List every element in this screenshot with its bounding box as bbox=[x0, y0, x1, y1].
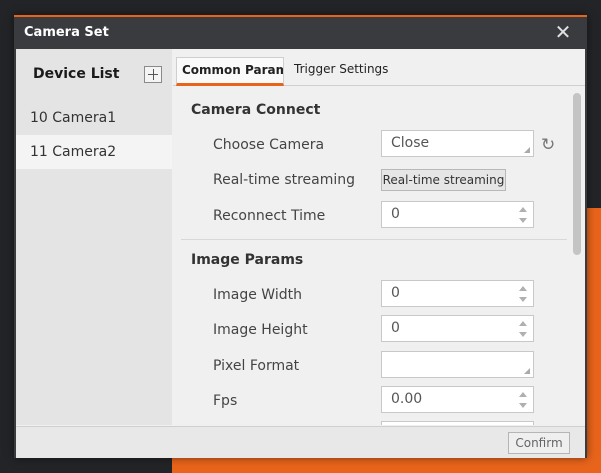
tab-common-params[interactable]: Common Params bbox=[176, 57, 284, 86]
choose-camera-value: Close bbox=[391, 135, 430, 151]
settings-panel: Common Params Trigger Settings Camera Co… bbox=[173, 49, 585, 425]
image-width-value: 0 bbox=[391, 285, 400, 301]
choose-camera-select[interactable]: Close bbox=[381, 130, 534, 157]
choose-camera-label: Choose Camera bbox=[213, 137, 325, 153]
reconnect-time-value: 0 bbox=[391, 206, 400, 222]
camera-set-dialog: Camera Set ✕ Device List 10 Camera1 11 C… bbox=[14, 15, 587, 458]
title-bar[interactable]: Camera Set ✕ bbox=[14, 17, 587, 48]
spinner-arrows-icon[interactable] bbox=[519, 392, 527, 408]
tab-trigger-settings[interactable]: Trigger Settings bbox=[294, 57, 388, 86]
image-height-spinbox[interactable]: 0 bbox=[381, 315, 534, 342]
add-device-icon[interactable] bbox=[144, 66, 162, 83]
realtime-streaming-button[interactable]: Real-time streaming bbox=[381, 169, 506, 191]
vertical-scrollbar[interactable] bbox=[570, 87, 585, 425]
device-list-panel: Device List 10 Camera1 11 Camera2 bbox=[16, 49, 172, 425]
image-height-value: 0 bbox=[391, 320, 400, 336]
fps-label: Fps bbox=[213, 393, 238, 409]
confirm-button[interactable]: Confirm bbox=[508, 432, 570, 454]
device-item-camera2[interactable]: 11 Camera2 bbox=[16, 135, 172, 169]
image-width-label: Image Width bbox=[213, 287, 302, 303]
close-icon[interactable]: ✕ bbox=[553, 21, 573, 43]
device-item-camera1[interactable]: 10 Camera1 bbox=[16, 101, 172, 135]
spinner-arrows-icon[interactable] bbox=[519, 207, 527, 223]
section-camera-connect: Camera Connect bbox=[191, 102, 321, 118]
dialog-title: Camera Set bbox=[24, 25, 109, 40]
tab-bar: Common Params Trigger Settings bbox=[173, 49, 585, 86]
spinner-arrows-icon[interactable] bbox=[519, 286, 527, 302]
dropdown-arrow-icon bbox=[524, 147, 530, 153]
pixel-format-select[interactable] bbox=[381, 351, 534, 378]
scrollbar-thumb[interactable] bbox=[573, 93, 581, 255]
pixel-format-label: Pixel Format bbox=[213, 358, 300, 374]
section-divider bbox=[181, 239, 567, 240]
next-field-partial[interactable] bbox=[381, 421, 534, 425]
spinner-arrows-icon[interactable] bbox=[519, 321, 527, 337]
realtime-streaming-label: Real-time streaming bbox=[213, 172, 356, 188]
device-list-title: Device List bbox=[33, 66, 120, 82]
fps-spinbox[interactable]: 0.00 bbox=[381, 386, 534, 413]
dialog-footer: Confirm bbox=[16, 426, 585, 458]
section-image-params: Image Params bbox=[191, 252, 304, 268]
dropdown-arrow-icon bbox=[524, 368, 530, 374]
dialog-body: Device List 10 Camera1 11 Camera2 Common… bbox=[16, 49, 585, 458]
device-list-header: Device List bbox=[16, 49, 172, 101]
image-height-label: Image Height bbox=[213, 322, 308, 338]
reconnect-time-spinbox[interactable]: 0 bbox=[381, 201, 534, 228]
reconnect-time-label: Reconnect Time bbox=[213, 208, 326, 224]
refresh-icon[interactable]: ↻ bbox=[541, 137, 557, 154]
common-params-content: Camera Connect Choose Camera Close ↻ Rea… bbox=[173, 87, 569, 425]
fps-value: 0.00 bbox=[391, 391, 423, 407]
image-width-spinbox[interactable]: 0 bbox=[381, 280, 534, 307]
